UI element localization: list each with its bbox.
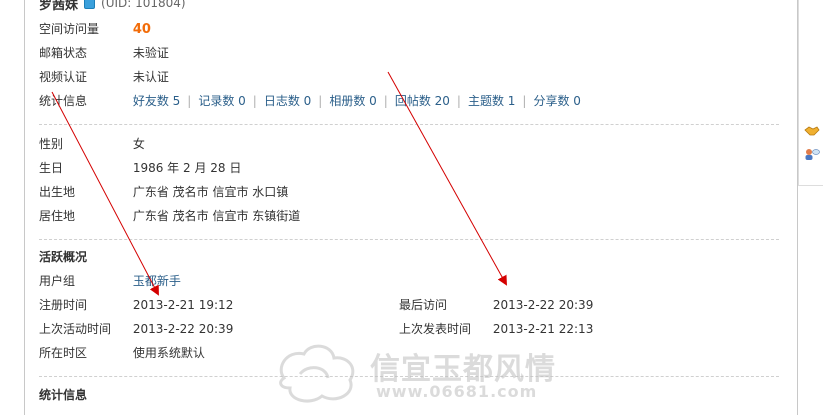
stat-separator: | — [187, 94, 192, 108]
video-row: 视频认证 未认证 — [39, 68, 169, 86]
stat-friends-link[interactable]: 好友数 5 — [133, 94, 180, 108]
gender-label: 性别 — [39, 137, 64, 151]
stat-records-link[interactable]: 记录数 0 — [198, 94, 245, 108]
birthplace-label: 出生地 — [39, 185, 76, 199]
stat-blogs-link[interactable]: 日志数 0 — [264, 94, 311, 108]
birthplace-value: 广东省 茂名市 信宜市 水口镇 — [132, 185, 289, 199]
gender-row: 性别 女 — [39, 135, 145, 153]
visits-value: 40 — [132, 22, 151, 37]
stat-separator: | — [383, 94, 388, 108]
site-watermark: 信宜玉都风情 www.06681.com — [270, 338, 570, 410]
timezone-value: 使用系统默认 — [132, 346, 205, 360]
last-post-label: 上次发表时间 — [399, 322, 472, 336]
email-value: 未验证 — [132, 46, 169, 60]
residence-value: 广东省 茂名市 信宜市 东镇街道 — [132, 209, 301, 223]
usergroup-row: 用户组 玉都新手 — [39, 272, 181, 290]
birthday-value: 1986 年 2 月 28 日 — [132, 161, 242, 175]
birthday-label: 生日 — [39, 161, 64, 175]
side-icon-bar — [800, 124, 822, 170]
gender-value: 女 — [132, 137, 145, 151]
last-visit-row: 最后访问 2013-2-22 20:39 — [399, 296, 593, 314]
watermark-url: www.06681.com — [376, 382, 538, 401]
stat-albums-link[interactable]: 相册数 0 — [329, 94, 376, 108]
username: 罗茜妹 — [39, 0, 79, 13]
stats-row: 统计信息 好友数 5 | 记录数 0 | 日志数 0 | 相册数 0 | 回帖数 20 | 主题数 … — [39, 92, 581, 110]
email-label: 邮箱状态 — [39, 46, 88, 60]
visits-row: 空间访问量 40 — [39, 20, 151, 38]
watermark-logo-icon — [279, 344, 355, 403]
stat-separator: | — [252, 94, 257, 108]
usergroup-label: 用户组 — [39, 274, 76, 288]
user-chat-icon[interactable] — [804, 147, 820, 161]
stat-replies-link[interactable]: 回帖数 20 — [395, 94, 450, 108]
stat-threads-link[interactable]: 主题数 1 — [468, 94, 515, 108]
birthplace-row: 出生地 广东省 茂名市 信宜市 水口镇 — [39, 183, 288, 201]
verified-icon — [84, 0, 96, 9]
section-divider — [39, 124, 779, 125]
video-label: 视频认证 — [39, 70, 88, 84]
user-uid: (UID: 101804) — [101, 0, 186, 10]
timezone-label: 所在时区 — [39, 346, 88, 360]
stats-section-title: 统计信息 — [39, 388, 88, 402]
birthday-row: 生日 1986 年 2 月 28 日 — [39, 159, 241, 177]
email-row: 邮箱状态 未验证 — [39, 44, 169, 62]
activity-section-title: 活跃概况 — [39, 250, 88, 264]
profile-header: 罗茜妹 (UID: 101804) — [39, 0, 186, 13]
handshake-icon[interactable] — [804, 124, 820, 138]
stat-separator: | — [522, 94, 527, 108]
last-visit-value: 2013-2-22 20:39 — [492, 298, 594, 312]
section-divider — [39, 239, 779, 240]
last-active-row: 上次活动时间 2013-2-22 20:39 — [39, 320, 233, 338]
register-value: 2013-2-21 19:12 — [132, 298, 234, 312]
video-value: 未认证 — [132, 70, 169, 84]
timezone-row: 所在时区 使用系统默认 — [39, 344, 205, 362]
last-post-value: 2013-2-21 22:13 — [492, 322, 594, 336]
register-label: 注册时间 — [39, 298, 88, 312]
last-active-value: 2013-2-22 20:39 — [132, 322, 234, 336]
stats-label: 统计信息 — [39, 94, 88, 108]
residence-row: 居住地 广东省 茂名市 信宜市 东镇街道 — [39, 207, 300, 225]
last-active-label: 上次活动时间 — [39, 322, 112, 336]
usergroup-link[interactable]: 玉都新手 — [133, 274, 181, 288]
residence-label: 居住地 — [39, 209, 76, 223]
visits-label: 空间访问量 — [39, 22, 100, 36]
stat-shares-link[interactable]: 分享数 0 — [533, 94, 580, 108]
stat-separator: | — [318, 94, 323, 108]
register-row: 注册时间 2013-2-21 19:12 — [39, 296, 233, 314]
last-post-row: 上次发表时间 2013-2-21 22:13 — [399, 320, 593, 338]
stat-separator: | — [456, 94, 461, 108]
last-visit-label: 最后访问 — [399, 298, 448, 312]
